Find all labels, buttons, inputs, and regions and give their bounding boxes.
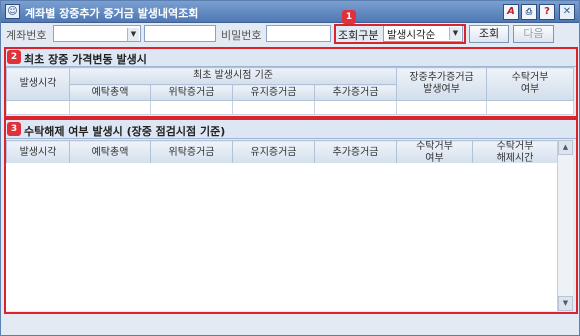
password-label: 비밀번호 — [221, 29, 262, 42]
highlight-box-1 — [334, 24, 466, 44]
search-bar: 계좌번호 ▼ 비밀번호 조회구분 발생시각순 ▼ 조회 다음 — [1, 23, 579, 45]
password-field[interactable] — [266, 25, 331, 42]
help-icon[interactable]: ? — [539, 4, 555, 20]
window-title: 계좌별 장중추가 증거금 발생내역조회 — [25, 7, 199, 20]
font-icon[interactable]: A — [503, 4, 519, 20]
close-icon[interactable]: ✕ — [559, 4, 575, 20]
chevron-down-icon[interactable]: ▼ — [127, 28, 139, 41]
query-button[interactable]: 조회 — [469, 25, 509, 43]
marker-3: 3 — [7, 122, 21, 136]
account-combo[interactable]: ▼ — [53, 25, 141, 42]
highlight-box-2 — [4, 47, 578, 118]
highlight-box-3 — [4, 118, 578, 314]
account-label: 계좌번호 — [6, 29, 47, 42]
next-button[interactable]: 다음 — [513, 25, 554, 43]
marker-2: 2 — [7, 50, 21, 64]
person-icon: ☺ — [5, 4, 20, 19]
main-window: ☺ 계좌별 장중추가 증거금 발생내역조회 A ⎙ ? ✕ 계좌번호 ▼ 비밀번… — [0, 0, 580, 336]
account-name-field — [144, 25, 216, 42]
title-bar: ☺ 계좌별 장중추가 증거금 발생내역조회 A ⎙ ? ✕ — [1, 1, 579, 23]
marker-1: 1 — [342, 10, 356, 24]
print-icon[interactable]: ⎙ — [521, 4, 537, 20]
